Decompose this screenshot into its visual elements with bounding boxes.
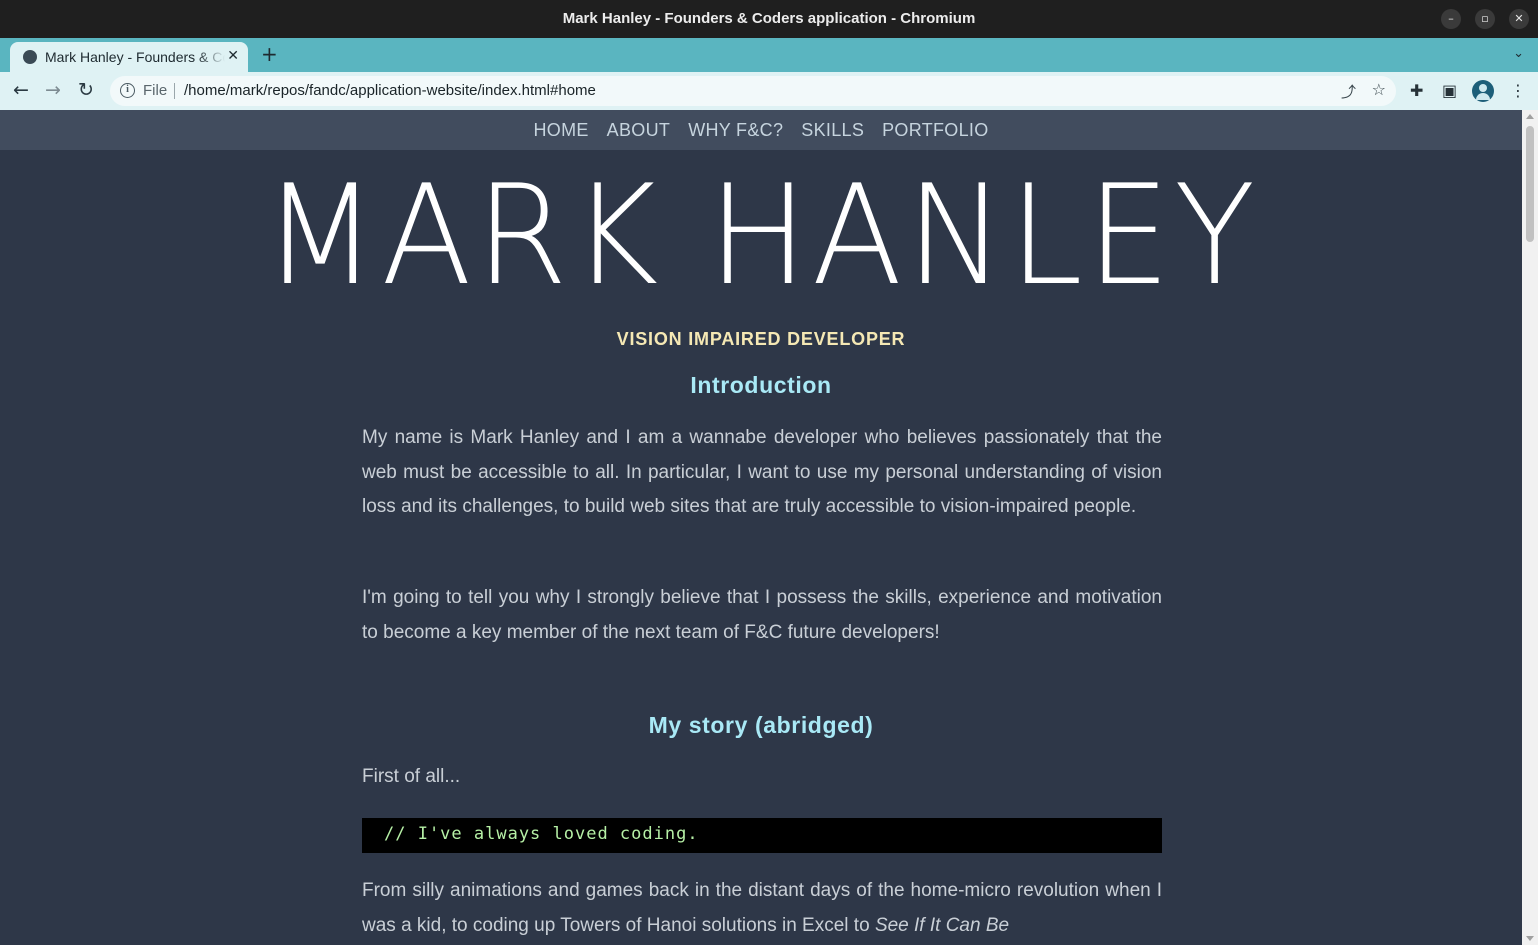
window-titlebar: Mark Hanley - Founders & Coders applicat… <box>0 0 1538 38</box>
tab-close-icon[interactable]: ✕ <box>227 48 239 64</box>
hero-name: MARK HANLEY <box>263 155 1259 316</box>
story-paragraph-text: From silly animations and games back in … <box>362 880 1162 936</box>
minimize-button[interactable]: – <box>1441 9 1461 29</box>
story-paragraph: From silly animations and games back in … <box>362 874 1162 943</box>
nav-link-about[interactable]: ABOUT <box>607 120 671 141</box>
globe-icon <box>23 50 37 64</box>
share-icon[interactable]: ⤴ <box>1341 81 1356 102</box>
browser-menu-icon[interactable]: ⋮ <box>1510 81 1526 100</box>
extensions-icon[interactable]: ✚ <box>1410 81 1423 100</box>
scroll-up-arrow-icon[interactable] <box>1526 114 1534 119</box>
bookmark-star-icon[interactable]: ☆ <box>1372 80 1386 99</box>
scroll-down-arrow-icon[interactable] <box>1526 936 1534 941</box>
close-window-button[interactable]: ✕ <box>1509 9 1529 29</box>
side-panel-icon[interactable]: ▣ <box>1442 81 1457 100</box>
address-bar[interactable]: i File /home/mark/repos/fandc/applicatio… <box>110 76 1396 106</box>
site-navigation: HOME ABOUT WHY F&C? SKILLS PORTFOLIO <box>0 110 1522 150</box>
tab-active[interactable]: Mark Hanley - Founders & Coders applicat… <box>10 42 248 72</box>
profile-avatar-icon[interactable] <box>1472 80 1494 102</box>
new-tab-button[interactable]: + <box>261 44 278 64</box>
scrollbar-thumb[interactable] <box>1526 126 1534 242</box>
maximize-button[interactable]: ▫ <box>1475 9 1495 29</box>
story-paragraph-italic: See If It Can Be <box>874 914 1010 936</box>
intro-paragraph-1: My name is Mark Hanley and I am a wannab… <box>362 427 1162 517</box>
story-lead: First of all... <box>362 766 461 787</box>
nav-link-portfolio[interactable]: PORTFOLIO <box>882 120 988 141</box>
tab-strip: Mark Hanley - Founders & Coders applicat… <box>0 38 1538 72</box>
forward-button[interactable]: → <box>45 80 61 100</box>
reload-button[interactable]: ↻ <box>78 80 94 100</box>
tab-title: Mark Hanley - Founders & Coders applicat… <box>45 49 225 65</box>
page-scrollbar[interactable] <box>1522 110 1538 945</box>
browser-toolbar: ← → ↻ i File /home/mark/repos/fandc/appl… <box>0 72 1538 110</box>
code-block: // I've always loved coding. <box>362 818 1162 853</box>
url-text[interactable]: /home/mark/repos/fandc/application-websi… <box>184 82 596 99</box>
scheme-label: File <box>143 82 168 99</box>
story-heading: My story (abridged) <box>648 712 874 738</box>
site-info-icon[interactable]: i <box>120 83 135 98</box>
intro-heading: Introduction <box>690 372 832 398</box>
back-button[interactable]: ← <box>13 80 29 100</box>
omnibox-divider <box>174 83 175 99</box>
nav-link-skills[interactable]: SKILLS <box>801 120 864 141</box>
nav-link-why-fandc[interactable]: WHY F&C? <box>688 120 783 141</box>
window-title: Mark Hanley - Founders & Coders applicat… <box>562 10 976 27</box>
tab-search-icon[interactable]: ⌄ <box>1513 46 1524 61</box>
nav-link-home[interactable]: HOME <box>533 120 588 141</box>
page-viewport: HOME ABOUT WHY F&C? SKILLS PORTFOLIO MAR… <box>0 110 1522 945</box>
hero-subtitle: VISION IMPAIRED DEVELOPER <box>616 329 906 349</box>
intro-paragraph-2: I'm going to tell you why I strongly bel… <box>362 587 1162 643</box>
